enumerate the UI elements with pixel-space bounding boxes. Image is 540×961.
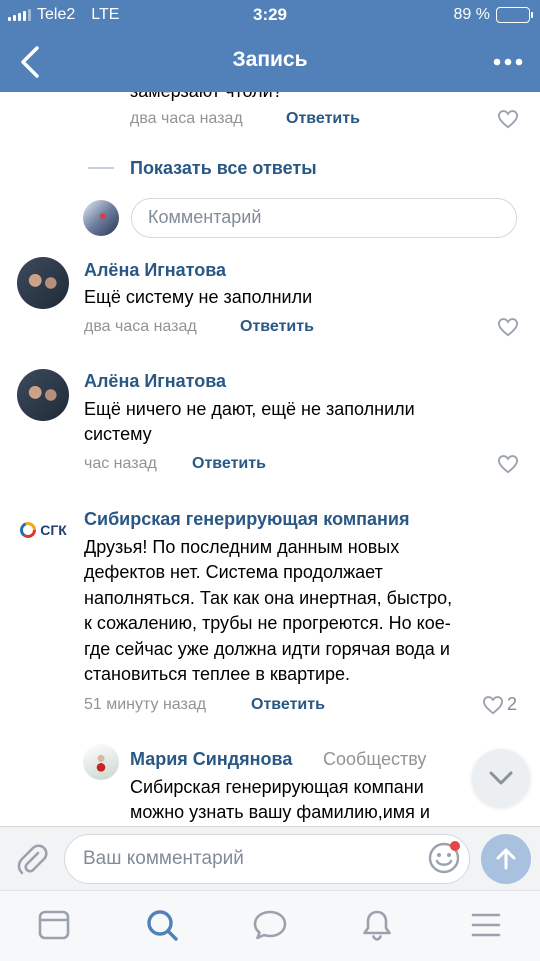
reply-to-label: Сообществу (323, 749, 427, 769)
search-icon (147, 910, 178, 941)
sgk-logo-text: СГК (40, 522, 67, 538)
news-icon (38, 910, 70, 940)
notifications-icon (363, 910, 391, 941)
comment-time: час назад (84, 455, 157, 472)
comment-time: два часа назад (130, 110, 243, 127)
status-right: 89 % (453, 6, 533, 24)
more-button[interactable] (488, 42, 528, 82)
current-user-avatar (83, 200, 119, 236)
smiley-icon (428, 841, 460, 874)
reply-button[interactable]: Ответить (240, 318, 314, 336)
comment-time: 51 минуту назад (84, 696, 207, 713)
like-count: 2 (507, 694, 518, 714)
arrow-up-icon (496, 848, 516, 870)
comment-text-line: наполняться. Так как она инертная, быстр… (84, 588, 453, 608)
partial-comment-text: замерзают чтоли? (130, 92, 283, 105)
send-button[interactable] (481, 834, 531, 884)
nav-bar: Запись (0, 32, 540, 92)
comment-text-line: можно узнать вашу фамилию,имя и (130, 802, 430, 822)
sgk-logo-avatar[interactable]: СГК (14, 506, 72, 554)
more-dots-icon (493, 58, 523, 66)
comment-composer: Ваш комментарий (0, 826, 540, 890)
show-all-replies-link[interactable]: Показать все ответы (130, 158, 317, 179)
comment-author[interactable]: Алёна Игнатова (84, 260, 226, 281)
comment-text-line: систему (84, 424, 152, 444)
comment-text-line: дефектов нет. Система продолжает (84, 562, 383, 582)
reply-button[interactable]: Ответить (286, 110, 360, 128)
menu-icon (471, 913, 501, 937)
comment-text: Ещё систему не заполнили (84, 287, 313, 307)
paperclip-icon (17, 844, 48, 875)
avatar[interactable] (17, 257, 69, 309)
tab-notifications[interactable] (359, 907, 395, 943)
like-heart-icon[interactable] (482, 695, 504, 715)
tab-menu[interactable] (468, 907, 504, 943)
comment-author[interactable]: Алёна Игнатова (84, 371, 226, 392)
comment-text-line: к сожалению, трубы не прогреются. Но кое… (84, 613, 451, 633)
comments-feed[interactable]: замерзают чтоли? два часа назад Ответить… (0, 92, 540, 826)
like-heart-icon[interactable] (497, 317, 519, 337)
comment-input[interactable]: Ваш комментарий (64, 834, 470, 884)
battery-percent: 89 % (453, 6, 490, 23)
page-title: Запись (232, 48, 308, 71)
like-heart-icon[interactable] (497, 109, 519, 129)
battery-icon (496, 7, 533, 23)
attach-button[interactable] (14, 841, 50, 877)
comment-text-line: где сейчас уже должна идти горячая вода … (84, 639, 450, 659)
comment-text-line: Ещё ничего не дают, ещё не заполнили (84, 399, 415, 419)
comment-text-line: Сибирская генерирующая компани (130, 777, 424, 797)
tab-search[interactable] (144, 907, 180, 943)
comment-author[interactable]: Сибирская генерирующая компания (84, 509, 409, 530)
sgk-logo-icon (20, 522, 37, 538)
scroll-down-button[interactable] (472, 749, 530, 807)
status-bar: Tele2 LTE 3:29 89 % (0, 0, 540, 32)
tab-news[interactable] (36, 907, 72, 943)
messages-icon (253, 910, 287, 940)
comment-text-line: Друзья! По последним данным новых (84, 537, 400, 557)
emoji-button[interactable] (426, 839, 462, 875)
chevron-down-icon (489, 771, 513, 785)
comment-author[interactable]: Мария Синдянова (130, 749, 292, 770)
avatar[interactable] (17, 369, 69, 421)
header: Tele2 LTE 3:29 89 % Запись (0, 0, 540, 92)
reply-button[interactable]: Ответить (251, 696, 325, 714)
tab-bar (0, 890, 540, 961)
comment-text-line: становиться теплее в квартире. (84, 664, 351, 684)
reply-comment-input[interactable]: Комментарий (131, 198, 517, 238)
like-heart-icon[interactable] (497, 454, 519, 474)
avatar[interactable] (83, 744, 119, 780)
comment-time: два часа назад (84, 318, 197, 335)
tab-messages[interactable] (252, 907, 288, 943)
reply-button[interactable]: Ответить (192, 455, 266, 473)
show-replies-line (88, 167, 114, 169)
